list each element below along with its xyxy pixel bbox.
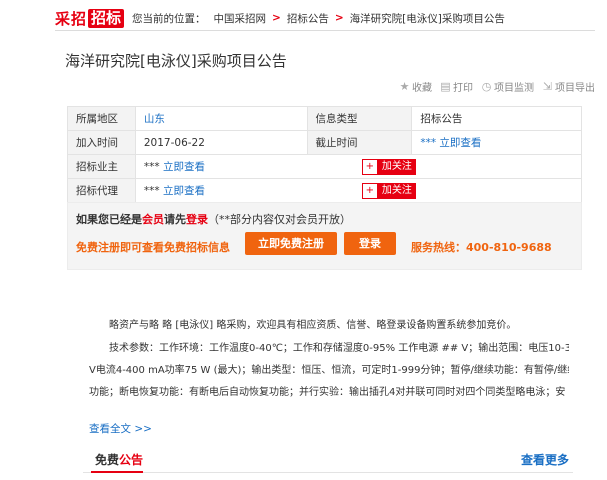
member-notice-text: 如果您已经是会员请先登录（**部分内容仅对会员开放） [76,211,351,227]
region-label: 所属地区 [68,107,136,130]
follow-plus-icon: + [361,183,378,199]
favorite-action[interactable]: ★ 收藏 [399,79,432,94]
project-info-table: 所属地区 山东 信息类型 招标公告 加入时间 2017-06-22 截止时间 *… [67,106,582,203]
login-link[interactable]: 登录 [186,213,208,226]
body-paragraph-line: 功能；断电恢复功能：有断电后自动恢复功能；并行实验：输出插孔4对并联可同时对四个… [89,387,566,398]
page: 采招 招标 您当前的位置： 中国采招网 > 招标公告 > 海洋研究院[电泳仪]采… [55,0,595,480]
breadcrumb-current: 海洋研究院[电泳仪]采购项目公告 [349,12,505,25]
export-action[interactable]: ⇲ 项目导出 [542,79,595,94]
login-button[interactable]: 登录 [344,232,396,255]
tab-free-announcement[interactable]: 免费公告 [95,451,143,468]
type-value: 招标公告 [412,107,582,130]
header: 采招 招标 您当前的位置： 中国采招网 > 招标公告 > 海洋研究院[电泳仪]采… [55,6,595,30]
breadcrumb-category-link[interactable]: 招标公告 [287,11,329,26]
agent-value: *** 立即查看 + 加关注 [136,179,582,202]
region-value-link[interactable]: 山东 [136,107,308,130]
body-paragraph: 技术参数：工作环境：工作温度0-40℃；工作和存储湿度0-95% 工作电源 ##… [109,343,569,354]
export-icon: ⇲ [542,80,553,93]
free-register-promo: 免费注册即可查看免费招标信息 [76,241,230,254]
table-row: 所属地区 山东 信息类型 招标公告 [68,107,582,131]
member-link[interactable]: 会员 [142,213,164,226]
print-action[interactable]: ▤ 打印 [440,79,473,94]
free-announcement-section: 免费公告 查看更多 [83,447,573,473]
breadcrumb: 您当前的位置： 中国采招网 > 招标公告 > 海洋研究院[电泳仪]采购项目公告 [132,11,505,26]
deadline-view-link[interactable]: *** 立即查看 [412,131,582,154]
export-label: 项目导出 [555,83,595,94]
agent-label: 招标代理 [68,179,136,202]
follow-agent-button[interactable]: + 加关注 [361,183,416,199]
agent-masked: *** [143,184,163,197]
breadcrumb-separator: > [272,12,281,24]
view-full-text-link[interactable]: 查看全文 >> [89,421,152,436]
body-paragraph-line: V电流4-400 mA功率75 W (最大)；输出类型：恒压、恒流，可定时1-9… [89,365,569,376]
notice-text: 如果您已经是 [76,213,142,226]
logo-text-zhaobiao: 招标 [88,8,125,28]
follow-plus-icon: + [361,159,378,175]
follow-label: 加关注 [377,159,416,175]
table-row: 加入时间 2017-06-22 截止时间 *** 立即查看 [68,131,582,155]
location-label: 您当前的位置： [132,12,206,25]
deadline-label: 截止时间 [307,131,413,154]
header-divider [55,30,595,31]
owner-view-link[interactable]: 立即查看 [163,159,205,174]
table-row: 招标业主 *** 立即查看 + 加关注 [68,155,582,179]
agent-view-link[interactable]: 立即查看 [163,183,205,198]
notice-note: （**部分内容仅对会员开放） [208,213,351,226]
follow-label: 加关注 [377,183,416,199]
body-paragraph: 略资产与略 略 [电泳仪] 略采购，欢迎具有相应资质、信誉、略登录设备购置系统参… [109,320,517,331]
join-time-value: 2017-06-22 [136,131,308,154]
print-icon: ▤ [440,80,451,93]
table-row: 招标代理 *** 立即查看 + 加关注 [68,179,582,203]
action-toolbar: ★ 收藏 ▤ 打印 ◷ 项目监测 ⇲ 项目导出 [391,79,595,94]
follow-owner-button[interactable]: + 加关注 [361,159,416,175]
logo-text-caizhao: 采招 [55,9,88,28]
type-label: 信息类型 [307,107,413,130]
owner-label: 招标业主 [68,155,136,178]
free-register-button[interactable]: 立即免费注册 [245,232,337,255]
monitor-icon: ◷ [481,80,492,93]
breadcrumb-separator: > [334,12,344,24]
star-icon: ★ [399,80,410,93]
monitor-label: 项目监测 [494,83,534,94]
page-title: 海洋研究院[电泳仪]采购项目公告 [65,52,287,70]
monitor-action[interactable]: ◷ 项目监测 [481,79,534,94]
owner-masked: *** [143,160,163,173]
breadcrumb-home-link[interactable]: 中国采招网 [214,11,267,26]
site-logo[interactable]: 采招 招标 [55,8,125,28]
favorite-label: 收藏 [412,83,432,94]
service-hotline: 服务热线：400-810-9688 [411,241,552,254]
member-notice-box: 如果您已经是会员请先登录（**部分内容仅对会员开放） 免费注册即可查看免费招标信… [67,202,582,270]
see-more-link[interactable]: 查看更多 [521,451,569,468]
tab-label: 免费 [95,453,120,467]
owner-value: *** 立即查看 + 加关注 [136,155,582,178]
tab-label-highlight: 公告 [119,453,144,467]
tab-active-underline [91,471,143,473]
join-time-label: 加入时间 [68,131,136,154]
announcement-body: 略资产与略 略 [电泳仪] 略采购，欢迎具有相应资质、信誉、略登录设备购置系统参… [89,315,569,404]
notice-text: 请先 [164,213,186,226]
print-label: 打印 [453,83,473,94]
